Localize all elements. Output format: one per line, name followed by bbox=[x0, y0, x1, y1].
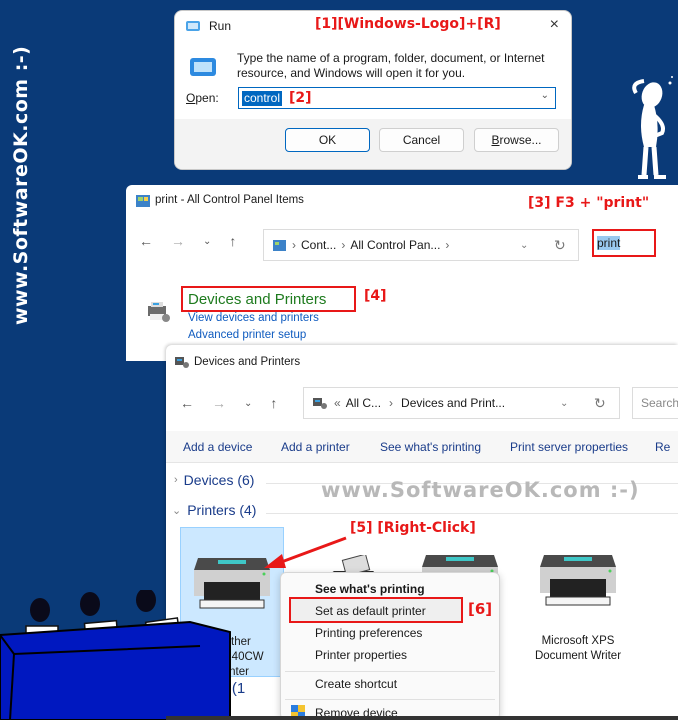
back-icon[interactable]: ← bbox=[139, 233, 153, 249]
control-panel-icon bbox=[136, 195, 150, 207]
forward-icon[interactable]: → bbox=[212, 395, 226, 411]
add-printer-button[interactable]: Add a printer bbox=[281, 440, 350, 454]
annotation-step-3: [3] F3 + "print" bbox=[528, 195, 650, 211]
control-panel-title: print - All Control Panel Items bbox=[155, 194, 304, 206]
run-titlebar: Run [1][Windows-Logo]+[R] × bbox=[175, 11, 571, 41]
devices-printers-icon bbox=[313, 398, 327, 409]
breadcrumb-item[interactable]: Devices and Print... bbox=[401, 396, 505, 410]
group-devices[interactable]: › Devices (6) bbox=[174, 472, 254, 488]
control-panel-icon bbox=[273, 239, 286, 251]
menu-item-create-shortcut[interactable]: Create shortcut bbox=[315, 677, 397, 691]
menu-item-see-whats-printing[interactable]: See what's printing bbox=[315, 582, 425, 596]
breadcrumb-item[interactable]: All C... bbox=[346, 396, 381, 410]
up-icon[interactable]: ↑ bbox=[270, 395, 277, 411]
command-toolbar: Add a device Add a printer See what's pr… bbox=[166, 431, 678, 463]
back-icon[interactable]: ← bbox=[180, 395, 194, 411]
devices-and-printers-link[interactable]: Devices and Printers bbox=[181, 286, 356, 312]
recent-chevron-icon[interactable]: ⌄ bbox=[203, 236, 211, 247]
forward-icon[interactable]: → bbox=[171, 233, 185, 249]
window-bottom-border bbox=[166, 716, 678, 720]
remove-button[interactable]: Re bbox=[655, 440, 670, 454]
arrow-annotation bbox=[264, 536, 347, 568]
menu-item-printer-properties[interactable]: Printer properties bbox=[315, 648, 407, 662]
judges-scorecards-illustration: 8 7 9 bbox=[0, 590, 231, 720]
annotation-step-1: [1][Windows-Logo]+[R] bbox=[315, 16, 501, 32]
up-icon[interactable]: ↑ bbox=[229, 233, 236, 249]
refresh-icon[interactable]: ↻ bbox=[554, 237, 566, 254]
view-devices-link[interactable]: View devices and printers bbox=[188, 312, 319, 324]
printer-icon bbox=[148, 302, 170, 322]
annotation-step-2: [2] bbox=[289, 90, 312, 106]
center-watermark: www.SoftwareOK.com :-) bbox=[321, 478, 640, 502]
run-title: Run bbox=[209, 19, 232, 33]
advanced-printer-setup-link[interactable]: Advanced printer setup bbox=[188, 329, 306, 341]
devices-printers-title: Devices and Printers bbox=[194, 356, 301, 368]
breadcrumb-item[interactable]: Cont... bbox=[301, 238, 336, 252]
thinking-figure-illustration bbox=[632, 76, 673, 179]
cancel-button[interactable]: Cancel bbox=[379, 128, 464, 152]
group-printers[interactable]: ⌄ Printers (4) bbox=[172, 502, 256, 518]
recent-chevron-icon[interactable]: ⌄ bbox=[244, 398, 252, 409]
open-input-value[interactable]: control bbox=[242, 90, 283, 106]
browse-button[interactable]: Browse... bbox=[474, 128, 559, 152]
search-input[interactable]: Search bbox=[632, 387, 678, 419]
address-bar[interactable]: « All C... › Devices and Print... ⌄ ↻ bbox=[303, 387, 620, 419]
printer-icon bbox=[540, 555, 616, 606]
refresh-icon[interactable]: ↻ bbox=[594, 395, 606, 412]
open-label: Open: bbox=[186, 91, 219, 105]
print-server-properties-button[interactable]: Print server properties bbox=[510, 440, 628, 454]
run-program-icon bbox=[190, 58, 216, 76]
run-icon bbox=[186, 21, 200, 31]
printer-tile-xps[interactable]: Microsoft XPS Document Writer bbox=[524, 545, 632, 665]
address-bar[interactable]: › Cont... › All Control Pan... › ⌄ ↻ bbox=[263, 229, 579, 261]
control-panel-window: print - All Control Panel Items [3] F3 +… bbox=[126, 185, 678, 361]
breadcrumb-item[interactable]: All Control Pan... bbox=[350, 238, 440, 252]
menu-item-printing-preferences[interactable]: Printing preferences bbox=[315, 626, 422, 640]
context-menu: See what's printing Set as default print… bbox=[280, 572, 500, 720]
devices-printers-icon bbox=[175, 357, 189, 368]
side-watermark: www.SoftwareOK.com :-) bbox=[10, 45, 32, 325]
nav-buttons: ← → ⌄ ↑ bbox=[180, 395, 277, 411]
annotation-step-5: [5] [Right-Click] bbox=[350, 520, 476, 536]
annotation-step-6: [6] bbox=[468, 600, 493, 618]
printer-name: Microsoft XPS bbox=[541, 635, 615, 647]
chevron-down-icon[interactable]: ⌄ bbox=[541, 90, 549, 101]
address-dropdown-icon[interactable]: ⌄ bbox=[560, 398, 568, 409]
chevron-right-icon: › bbox=[174, 474, 178, 486]
see-whats-printing-button[interactable]: See what's printing bbox=[380, 440, 481, 454]
run-description: Type the name of a program, folder, docu… bbox=[237, 51, 545, 80]
ok-button[interactable]: OK bbox=[285, 128, 370, 152]
search-input[interactable]: print bbox=[592, 229, 656, 257]
chevron-down-icon: ⌄ bbox=[172, 504, 182, 517]
open-combobox[interactable]: control [2] ⌄ bbox=[238, 87, 556, 109]
printer-name: Document Writer bbox=[534, 650, 622, 662]
address-dropdown-icon[interactable]: ⌄ bbox=[520, 240, 528, 251]
close-icon[interactable]: × bbox=[550, 16, 559, 34]
annotation-step-4: [4] bbox=[364, 288, 387, 304]
menu-item-set-default-printer[interactable]: Set as default printer bbox=[315, 604, 426, 618]
add-device-button[interactable]: Add a device bbox=[183, 440, 252, 454]
nav-buttons: ← → ⌄ ↑ bbox=[139, 233, 236, 249]
